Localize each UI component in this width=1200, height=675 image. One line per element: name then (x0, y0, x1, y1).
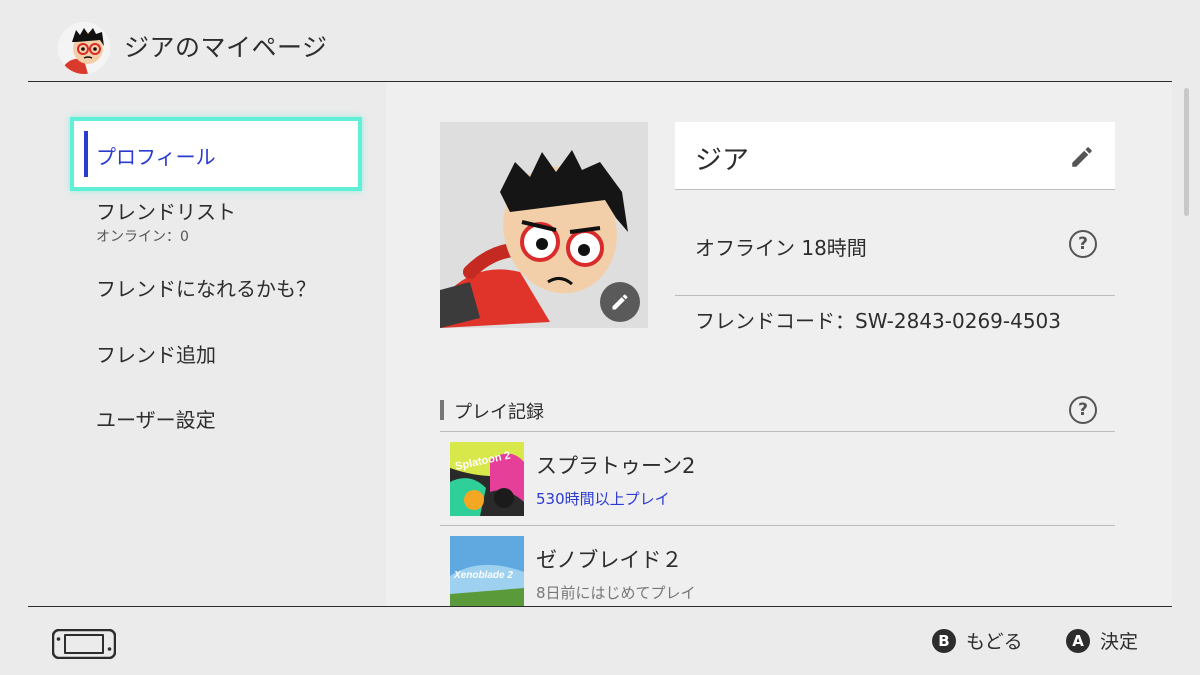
divider (675, 295, 1115, 296)
profile-name: ジア (695, 145, 749, 176)
footer-bar: B もどる A 決定 (0, 607, 1200, 675)
play-time: 530時間以上プレイ (536, 490, 670, 508)
sidebar-item-label: プロフィール (96, 145, 216, 169)
sidebar-item-suggested-friends[interactable]: フレンドになれるかも？ (72, 273, 358, 303)
sidebar-item-label: フレンド追加 (96, 343, 216, 367)
back-button[interactable]: B もどる (932, 627, 1023, 654)
question-mark-icon[interactable]: ? (1069, 230, 1097, 258)
page-header: ジアのマイページ (0, 0, 1200, 82)
thumb-label: Xenoblade 2 (453, 570, 513, 581)
b-button-icon: B (932, 628, 956, 653)
sidebar-item-friend-list[interactable]: フレンドリスト オンライン：0 (72, 196, 358, 246)
game-title: スプラトゥーン2 (536, 454, 696, 478)
scrollbar[interactable] (1184, 88, 1189, 216)
game-record-row[interactable]: Xenoblade 2 ゼノブレイド２ 8日前にはじめてプレイ (440, 526, 1115, 606)
sidebar-item-user-settings[interactable]: ユーザー設定 (72, 404, 358, 434)
xenoblade-2-thumbnail: Xenoblade 2 (450, 536, 524, 606)
edit-picture-icon[interactable] (600, 282, 640, 322)
online-count: オンライン：0 (96, 229, 189, 245)
splatoon-2-thumbnail: Splatoon 2 (450, 442, 524, 516)
page-title: ジアのマイページ (124, 33, 328, 62)
divider (675, 189, 1115, 190)
game-record-row[interactable]: Splatoon 2 スプラトゥーン2 530時間以上プレイ (440, 432, 1115, 526)
pencil-icon (1069, 144, 1095, 170)
first-played: 8日前にはじめてプレイ (536, 584, 696, 602)
back-label: もどる (966, 631, 1023, 653)
switch-console-icon (51, 628, 117, 660)
question-mark-icon[interactable]: ? (1069, 396, 1097, 424)
selection-indicator (84, 131, 88, 177)
sidebar-item-label: ユーザー設定 (96, 408, 216, 432)
friend-code: フレンドコード：SW-2843-0269-4503 (695, 309, 1062, 333)
play-records-heading: プレイ記録 (440, 398, 544, 424)
sidebar-item-profile[interactable]: プロフィール (70, 117, 362, 191)
profile-name-row[interactable]: ジア (675, 122, 1115, 189)
game-title: ゼノブレイド２ (536, 548, 683, 572)
a-button-icon: A (1066, 628, 1090, 653)
mii-avatar-icon (58, 22, 110, 74)
online-status: オフライン 18時間 (695, 236, 867, 260)
sidebar-item-label: フレンドリスト (96, 200, 236, 224)
confirm-label: 決定 (1100, 631, 1139, 653)
confirm-button[interactable]: A 決定 (1066, 627, 1138, 654)
sidebar-item-label: フレンドになれるかも？ (96, 277, 316, 301)
sidebar-item-add-friend[interactable]: フレンド追加 (72, 339, 358, 369)
